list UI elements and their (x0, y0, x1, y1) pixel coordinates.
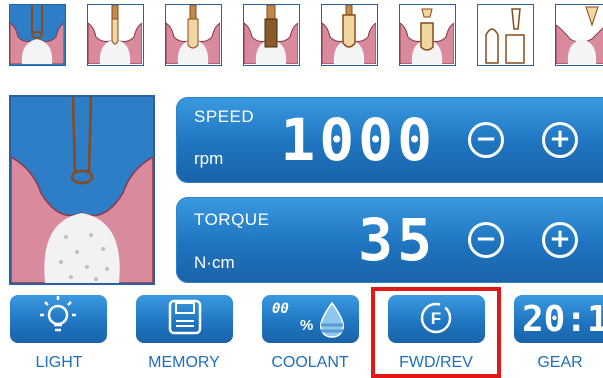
procedure-illustration (9, 95, 155, 285)
torque-panel: TORQUE N·cm 35 − + (176, 197, 603, 283)
coolant-value: 00 (272, 301, 289, 317)
selection-highlight (371, 287, 501, 378)
pilot-drill-icon (10, 5, 64, 64)
step-2-drill[interactable] (87, 4, 144, 66)
speed-value: 1000 (280, 106, 436, 174)
speed-panel: SPEED rpm 1000 − + (176, 97, 603, 183)
abutment-icon (485, 8, 525, 64)
tap-icon (244, 5, 298, 64)
torque-plus-button[interactable]: + (542, 222, 578, 258)
speed-minus-button[interactable]: − (468, 122, 504, 158)
bulb-icon (40, 296, 76, 332)
torque-value: 35 (358, 206, 436, 274)
step-4-tap[interactable] (243, 4, 300, 66)
coolant-label: COOLANT (271, 354, 349, 371)
step-8-irrigation[interactable] (555, 4, 603, 66)
step-5-implant-insert[interactable] (321, 4, 378, 66)
drill-icon (166, 5, 220, 64)
light-label: LIGHT (35, 354, 83, 371)
drop-icon (319, 301, 345, 338)
torque-label: TORQUE (194, 210, 270, 229)
step-1-pilot-drill[interactable] (9, 4, 66, 66)
gear-label: GEAR (537, 354, 583, 371)
step-3-drill[interactable] (165, 4, 222, 66)
bone-drill-illustration (11, 97, 153, 283)
implant-seat-icon (400, 8, 454, 64)
memory-button[interactable] (136, 295, 233, 343)
step-7-abutment[interactable] (477, 4, 534, 66)
drill-icon (88, 5, 142, 64)
implant-icon (322, 5, 376, 64)
torque-minus-button[interactable]: − (468, 222, 504, 258)
speed-label: SPEED (194, 107, 255, 126)
gear-button[interactable]: 20:1 (514, 295, 603, 343)
coolant-button[interactable]: 00 % (262, 295, 359, 343)
memory-label: MEMORY (148, 354, 220, 371)
coolant-unit: % (300, 317, 314, 334)
light-button[interactable] (10, 295, 107, 343)
irrigation-icon (556, 6, 603, 64)
floppy-icon (168, 299, 202, 335)
step-6-implant-seat[interactable] (399, 4, 456, 66)
gear-value: 20:1 (522, 299, 603, 340)
speed-plus-button[interactable]: + (542, 122, 578, 158)
speed-unit: rpm (194, 149, 224, 168)
torque-unit: N·cm (194, 253, 235, 272)
